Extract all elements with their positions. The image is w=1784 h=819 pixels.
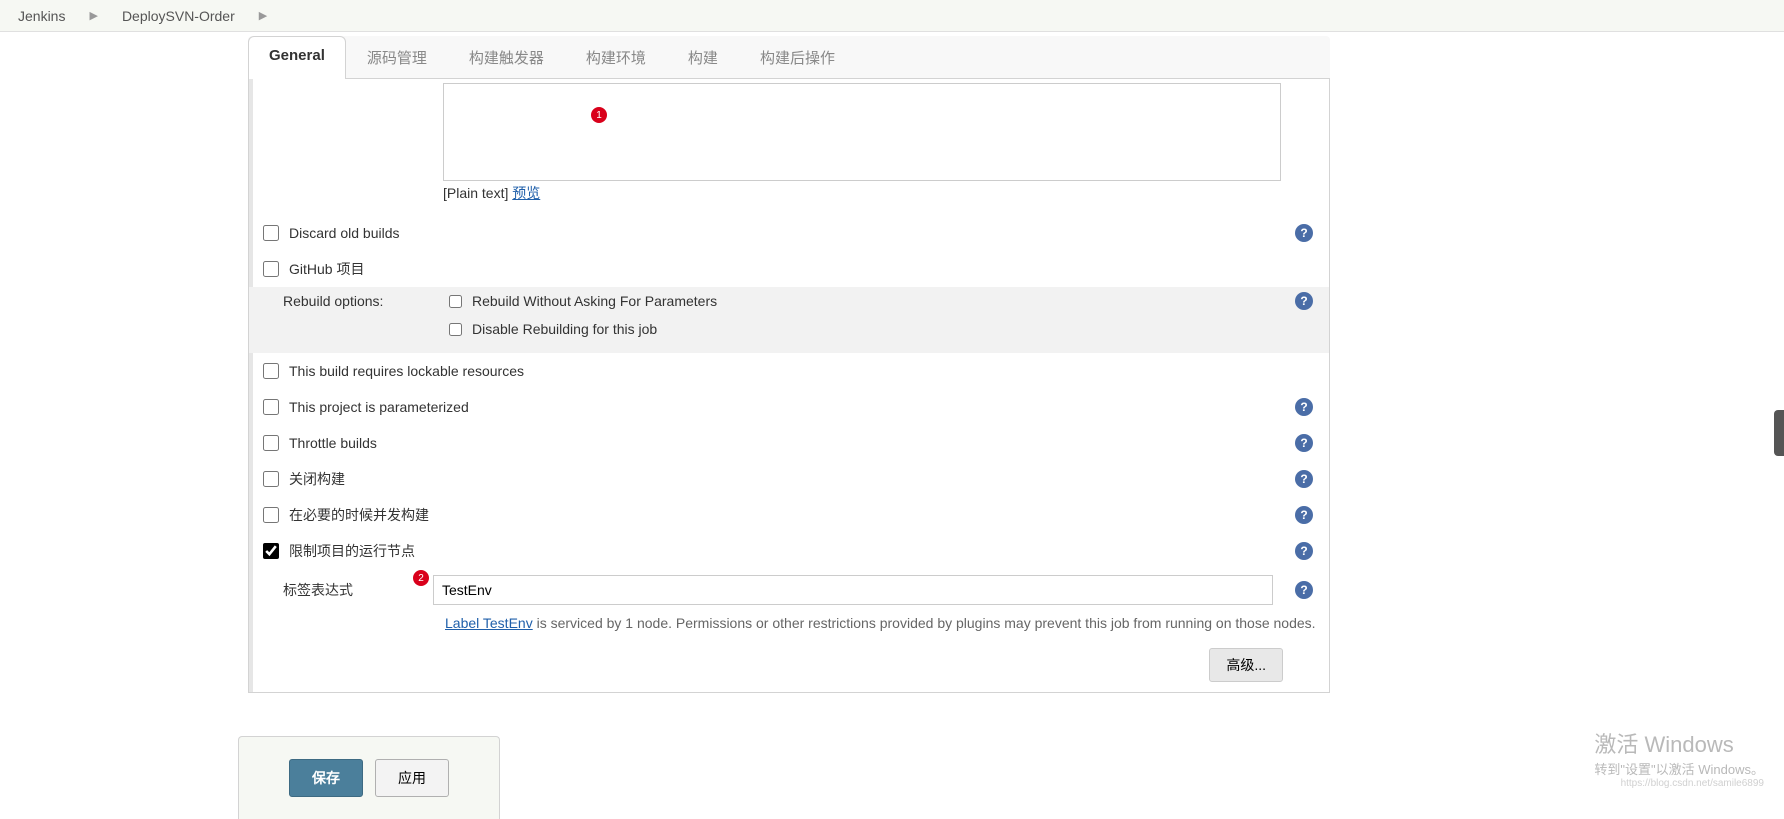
checkbox-disable-build[interactable] <box>263 471 279 487</box>
plain-text-label: [Plain text] <box>443 185 512 201</box>
save-button[interactable]: 保存 <box>289 759 363 797</box>
help-icon[interactable]: ? <box>1295 224 1313 242</box>
help-icon[interactable]: ? <box>1295 542 1313 560</box>
config-tabbar: General 源码管理 构建触发器 构建环境 构建 构建后操作 <box>248 36 1330 79</box>
row-discard-old-builds: Discard old builds ? <box>249 215 1329 251</box>
label-expression-title: 标签表达式 <box>283 582 353 598</box>
row-disable-rebuild: Disable Rebuilding for this job <box>249 315 1329 353</box>
description-area: 1 [Plain text] 预览 <box>443 79 1281 203</box>
label-disable-rebuild: Disable Rebuilding for this job <box>472 321 657 337</box>
tab-scm[interactable]: 源码管理 <box>346 36 448 78</box>
watermark-title: 激活 Windows <box>1594 727 1764 759</box>
checkbox-disable-rebuild[interactable] <box>449 323 462 336</box>
tab-general[interactable]: General <box>248 36 346 79</box>
description-textarea[interactable] <box>443 83 1281 181</box>
row-rebuild-without: Rebuild options: Rebuild Without Asking … <box>249 287 1329 315</box>
label-parameterized: This project is parameterized <box>289 399 469 415</box>
label-discard-old-builds: Discard old builds <box>289 225 400 241</box>
checkbox-throttle[interactable] <box>263 435 279 451</box>
checkbox-github-project[interactable] <box>263 261 279 277</box>
right-edge-handle[interactable] <box>1774 410 1784 456</box>
tab-triggers[interactable]: 构建触发器 <box>448 36 565 78</box>
checkbox-parameterized[interactable] <box>263 399 279 415</box>
row-github-project: GitHub 项目 <box>249 251 1329 287</box>
checkbox-concurrent[interactable] <box>263 507 279 523</box>
row-parameterized: This project is parameterized ? <box>249 389 1329 425</box>
row-restrict-node: 限制项目的运行节点 ? <box>249 533 1329 569</box>
help-icon[interactable]: ? <box>1295 581 1313 599</box>
label-github-project: GitHub 项目 <box>289 259 364 279</box>
help-icon[interactable]: ? <box>1295 470 1313 488</box>
label-restrict-node: 限制项目的运行节点 <box>289 541 415 561</box>
label-lockable-resources: This build requires lockable resources <box>289 363 524 379</box>
label-link[interactable]: Label TestEnv <box>445 615 533 631</box>
preview-link[interactable]: 预览 <box>512 185 540 201</box>
chevron-right-icon: ▶ <box>89 9 97 22</box>
watermark-source: https://blog.csdn.net/samile6899 <box>1594 778 1764 789</box>
help-icon[interactable]: ? <box>1295 434 1313 452</box>
chevron-right-icon: ▶ <box>259 9 267 22</box>
row-disable-build: 关闭构建 ? <box>249 461 1329 497</box>
label-disable-build: 关闭构建 <box>289 469 345 489</box>
label-concurrent: 在必要的时候并发构建 <box>289 505 429 525</box>
checkbox-restrict-node[interactable] <box>263 543 279 559</box>
marker-2-icon: 2 <box>413 570 429 586</box>
label-rebuild-options: Rebuild options: <box>283 293 383 309</box>
label-expression-input[interactable] <box>433 575 1273 605</box>
help-icon[interactable]: ? <box>1295 292 1313 310</box>
row-concurrent: 在必要的时候并发构建 ? <box>249 497 1329 533</box>
help-icon[interactable]: ? <box>1295 506 1313 524</box>
breadcrumb-root[interactable]: Jenkins <box>18 8 65 24</box>
row-lockable-resources: This build requires lockable resources <box>249 353 1329 389</box>
row-throttle: Throttle builds ? <box>249 425 1329 461</box>
apply-button[interactable]: 应用 <box>375 759 449 797</box>
label-rebuild-without-params: Rebuild Without Asking For Parameters <box>472 293 717 309</box>
tab-build[interactable]: 构建 <box>667 36 739 78</box>
label-hint-text: is serviced by 1 node. Permissions or ot… <box>533 615 1316 631</box>
breadcrumb: Jenkins ▶ DeploySVN-Order ▶ <box>0 0 1784 32</box>
save-bar: 保存 应用 <box>238 736 500 819</box>
checkbox-rebuild-without-params[interactable] <box>449 295 462 308</box>
tab-env[interactable]: 构建环境 <box>565 36 667 78</box>
help-icon[interactable]: ? <box>1295 398 1313 416</box>
tab-post[interactable]: 构建后操作 <box>739 36 856 78</box>
label-throttle: Throttle builds <box>289 435 377 451</box>
windows-activation-watermark: 激活 Windows 转到"设置"以激活 Windows。 https://bl… <box>1594 727 1764 789</box>
watermark-subtitle: 转到"设置"以激活 Windows。 <box>1594 759 1764 778</box>
row-label-expression: 标签表达式 2 ? <box>249 569 1329 611</box>
checkbox-discard-old-builds[interactable] <box>263 225 279 241</box>
advanced-button[interactable]: 高级... <box>1209 648 1283 682</box>
checkbox-lockable-resources[interactable] <box>263 363 279 379</box>
breadcrumb-job[interactable]: DeploySVN-Order <box>122 8 235 24</box>
section-general: 1 [Plain text] 预览 Discard old builds ? G… <box>248 79 1330 693</box>
label-expression-hint: Label TestEnv is serviced by 1 node. Per… <box>249 611 1329 646</box>
